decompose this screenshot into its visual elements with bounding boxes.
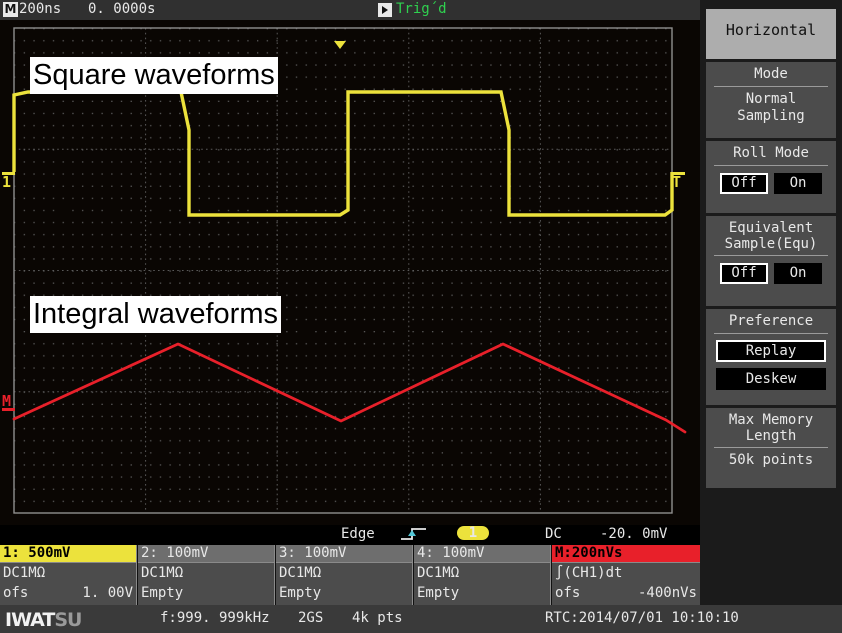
logo-dim-part: SU: [54, 609, 82, 631]
ch4-coupling: DC1MΩ: [414, 562, 550, 583]
max-memory-title-line1: Max Memory: [728, 412, 814, 428]
trigger-info-row: Edge 1 DC -20. 0mV: [0, 525, 700, 545]
sidebar-item-roll-mode[interactable]: Roll Mode Off On: [706, 141, 836, 213]
main-timebase-badge[interactable]: M: [3, 2, 18, 17]
channel-info-row: 1: 500mV DC1MΩ ofs 1. 00V 2: 100mV DC1MΩ…: [0, 545, 700, 605]
math-ground-marker[interactable]: M: [2, 392, 15, 412]
sidebar-item-preference[interactable]: Preference Replay Deskew: [706, 309, 836, 405]
sample-rate-readout: 2GS: [298, 610, 324, 626]
equivalent-sample-off-button[interactable]: Off: [720, 263, 768, 284]
math-expression: ∫(CH1)dt: [552, 562, 700, 583]
ch1-marker-label: 1: [2, 173, 12, 191]
trigger-position-marker[interactable]: [334, 41, 346, 49]
ch1-offset-label: ofs: [3, 585, 29, 601]
math-marker-label: M: [2, 392, 12, 410]
mode-value-line2: Sampling: [737, 108, 805, 124]
trigger-level-marker[interactable]: T: [672, 172, 685, 191]
equivalent-sample-divider: [714, 255, 828, 256]
right-menu-sidebar: Horizontal Mode Normal Sampling Roll Mod…: [700, 0, 842, 605]
oscilloscope-screen: M 200ns 0. 0000s Trig´d Square waveforms…: [0, 0, 842, 633]
integral-waveforms-label: Integral waveforms: [30, 296, 281, 333]
replay-button[interactable]: Replay: [716, 340, 826, 362]
sidebar-item-mode[interactable]: Mode Normal Sampling: [706, 62, 836, 138]
sidebar-item-max-memory-length[interactable]: Max Memory Length 50k points: [706, 408, 836, 488]
rtc-clock-readout: RTC:2014/07/01 10:10:10: [545, 610, 739, 626]
logo-light-part: IWAT: [5, 609, 55, 631]
trigger-type-label[interactable]: Edge: [341, 526, 375, 542]
ch3-status-row: Empty: [276, 583, 412, 603]
ch1-offset-value: 1. 00V: [82, 585, 133, 601]
preference-title: Preference: [728, 313, 814, 329]
ch2-status-row: Empty: [138, 583, 274, 603]
roll-mode-on-button[interactable]: On: [774, 173, 822, 194]
sidebar-item-equivalent-sample[interactable]: Equivalent Sample(Equ) Off On: [706, 216, 836, 306]
deskew-button[interactable]: Deskew: [716, 368, 826, 390]
equivalent-sample-title-line1: Equivalent: [728, 220, 814, 236]
roll-mode-title: Roll Mode: [733, 145, 809, 161]
trigger-coupling-label[interactable]: DC: [545, 526, 562, 542]
equivalent-sample-title-line2: Sample(Equ): [724, 236, 818, 252]
square-waveforms-label: Square waveforms: [30, 57, 278, 94]
ch3-coupling: DC1MΩ: [276, 562, 412, 583]
roll-mode-divider: [714, 165, 828, 166]
equivalent-sample-toggle-group: Off On: [706, 263, 836, 284]
top-status-bar: M 200ns 0. 0000s Trig´d: [0, 0, 700, 20]
channel-box-ch3[interactable]: 3: 100mV DC1MΩ Empty: [276, 545, 413, 605]
record-length-readout: 4k pts: [352, 610, 403, 626]
max-memory-value: 50k points: [728, 452, 814, 468]
math-scale-header: M:200nVs: [552, 545, 700, 562]
equivalent-sample-on-button[interactable]: On: [774, 263, 822, 284]
max-memory-title-line2: Length: [745, 428, 797, 444]
ch2-coupling: DC1MΩ: [138, 562, 274, 583]
math-offset-value: -400nVs: [637, 585, 697, 601]
rising-edge-icon[interactable]: [400, 526, 430, 542]
sidebar-header-horizontal[interactable]: Horizontal: [706, 9, 836, 59]
mode-title: Mode: [754, 66, 788, 82]
trigger-marker-label: T: [672, 173, 682, 191]
waveform-canvas: [0, 20, 700, 525]
ch4-scale-header: 4: 100mV: [414, 545, 550, 562]
ch2-status-label: Empty: [141, 585, 184, 601]
bottom-status-bar: IWATSU f:999. 999kHz 2GS 4k pts RTC:2014…: [0, 605, 842, 633]
sidebar-header-label: Horizontal: [725, 21, 817, 39]
waveform-display-area[interactable]: Square waveforms Integral waveforms 1 M …: [0, 20, 700, 525]
channel-box-math[interactable]: M:200nVs ∫(CH1)dt ofs -400nVs: [552, 545, 700, 605]
ch2-scale-header: 2: 100mV: [138, 545, 274, 562]
roll-mode-toggle-group: Off On: [706, 173, 836, 194]
channel-box-ch4[interactable]: 4: 100mV DC1MΩ Empty: [414, 545, 551, 605]
ch3-status-label: Empty: [279, 585, 322, 601]
math-offset-row: ofs -400nVs: [552, 583, 700, 603]
roll-mode-off-button[interactable]: Off: [720, 173, 768, 194]
trigger-level-value[interactable]: -20. 0mV: [600, 526, 667, 542]
play-icon: [378, 3, 392, 17]
ch4-status-row: Empty: [414, 583, 550, 603]
ch1-scale-header: 1: 500mV: [0, 545, 136, 562]
ch4-status-label: Empty: [417, 585, 460, 601]
ch3-scale-header: 3: 100mV: [276, 545, 412, 562]
iwatsu-logo: IWATSU: [5, 609, 83, 631]
timebase-value[interactable]: 200ns: [19, 1, 61, 17]
mode-value-line1: Normal: [745, 91, 797, 107]
trigger-state-text: Trig´d: [396, 1, 447, 17]
ch1-offset-row: ofs 1. 00V: [0, 583, 136, 603]
frequency-readout: f:999. 999kHz: [160, 610, 270, 626]
channel-box-ch2[interactable]: 2: 100mV DC1MΩ Empty: [138, 545, 275, 605]
trigger-source-badge[interactable]: 1: [457, 526, 489, 540]
math-offset-label: ofs: [555, 585, 581, 601]
ch1-ground-marker[interactable]: 1: [2, 172, 15, 191]
delay-value[interactable]: 0. 0000s: [88, 1, 155, 17]
ch1-coupling: DC1MΩ: [0, 562, 136, 583]
preference-divider: [714, 333, 828, 334]
channel-box-ch1[interactable]: 1: 500mV DC1MΩ ofs 1. 00V: [0, 545, 137, 605]
